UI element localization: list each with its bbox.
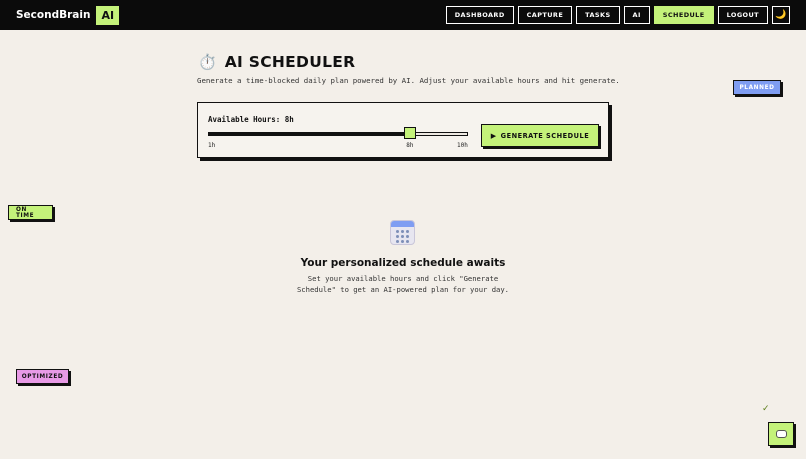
scheduler-controls-card: Available Hours: 8h 1h 8h 10h ▶ GENERATE… bbox=[197, 102, 609, 158]
logout-button[interactable]: LOGOUT bbox=[717, 6, 768, 24]
chat-icon bbox=[775, 430, 787, 438]
play-icon: ▶ bbox=[490, 131, 497, 140]
empty-state-description: Set your available hours and click "Gene… bbox=[296, 274, 510, 294]
slider-tick-max: 10h bbox=[457, 142, 468, 149]
optimized-tag: OPTIMIZED bbox=[16, 369, 69, 384]
generate-schedule-label: GENERATE SCHEDULE bbox=[500, 131, 590, 140]
nav-schedule-button[interactable]: SCHEDULE bbox=[653, 6, 714, 24]
nav-ai-button[interactable]: AI bbox=[623, 6, 650, 24]
available-hours-label: Available Hours: 8h bbox=[208, 115, 294, 124]
hours-slider-fill bbox=[209, 133, 410, 135]
hours-slider-track[interactable] bbox=[208, 132, 468, 136]
page-title: AI SCHEDULER bbox=[224, 53, 356, 71]
slider-tick-min: 1h bbox=[208, 142, 216, 149]
hours-slider-thumb[interactable] bbox=[404, 127, 417, 139]
chat-button[interactable] bbox=[768, 422, 794, 446]
on-time-tag: ON TIME bbox=[8, 205, 53, 220]
planned-tag: PLANNED bbox=[733, 80, 781, 95]
page-header: ⏱️ AI SCHEDULER bbox=[198, 53, 355, 71]
stopwatch-icon: ⏱️ bbox=[198, 53, 217, 71]
calendar-icon bbox=[390, 220, 415, 245]
checkmark-icon: ✓ bbox=[762, 404, 770, 414]
nav-links: DASHBOARD CAPTURE TASKS AI SCHEDULE LOGO… bbox=[445, 6, 790, 24]
brand-name: SecondBrain bbox=[16, 9, 91, 21]
generate-schedule-button[interactable]: ▶ GENERATE SCHEDULE bbox=[481, 124, 599, 147]
top-navbar: SecondBrain AI DASHBOARD CAPTURE TASKS A… bbox=[0, 0, 806, 30]
slider-tick-current: 8h bbox=[406, 142, 414, 149]
brand-ai-badge: AI bbox=[96, 5, 120, 25]
page-subtitle: Generate a time-blocked daily plan power… bbox=[197, 76, 620, 85]
nav-capture-button[interactable]: CAPTURE bbox=[517, 6, 573, 24]
brand-logo[interactable]: SecondBrain AI bbox=[16, 5, 120, 25]
nav-tasks-button[interactable]: TASKS bbox=[576, 6, 620, 24]
nav-dashboard-button[interactable]: DASHBOARD bbox=[445, 6, 514, 24]
empty-state-title: Your personalized schedule awaits bbox=[300, 257, 506, 269]
theme-toggle-moon-icon[interactable]: 🌙 bbox=[772, 6, 790, 24]
